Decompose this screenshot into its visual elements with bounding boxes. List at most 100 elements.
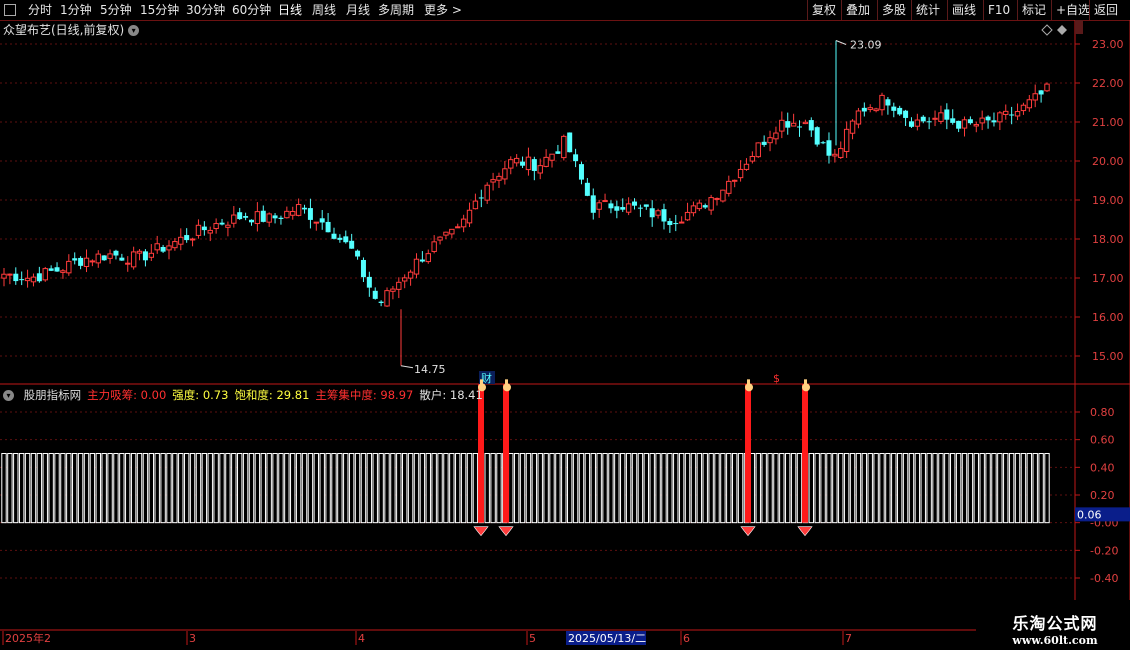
candle-body [637, 207, 643, 209]
candle-body [513, 157, 520, 164]
indicator-bar [832, 453, 838, 524]
indicator-bar [891, 453, 897, 524]
indicator-bar [219, 453, 225, 524]
indicator-bar [172, 453, 178, 524]
candle-body [107, 253, 113, 259]
high-price-label: 23.09 [850, 38, 882, 51]
indicator-bar [513, 453, 520, 524]
candle-body [219, 222, 225, 225]
indicator-bar [407, 453, 414, 524]
candle-body [673, 223, 679, 225]
indicator-bar [225, 453, 231, 524]
candle-body [661, 209, 667, 222]
candle-body [932, 117, 938, 120]
candle-body [449, 228, 455, 235]
date-label: 2025年2 [5, 631, 51, 645]
signal-bar [478, 384, 484, 523]
indicator-bar [437, 453, 443, 524]
candle-body [178, 236, 184, 245]
candle-body [384, 290, 390, 307]
candle-body [520, 161, 526, 166]
indicator-field-0: 主力吸筹: 0.00 [87, 388, 167, 402]
low-pointer [400, 365, 414, 369]
candle-body [773, 132, 779, 140]
indicator-bar [961, 453, 968, 524]
indicator-bar [537, 453, 543, 524]
indicator-bar [142, 453, 149, 524]
indicator-bar [843, 453, 850, 524]
candle-body [48, 268, 54, 271]
indicator-bar [572, 453, 579, 524]
hand-icon-finger [804, 379, 807, 386]
indicator-bar [796, 453, 803, 524]
indicator-bar [136, 453, 143, 524]
candle-body [272, 215, 278, 219]
candle-body [496, 175, 502, 181]
indicator-bar [684, 453, 691, 524]
candle-body [991, 120, 997, 123]
indicator-bar [814, 453, 820, 524]
candle-body [54, 267, 60, 272]
candle-body [1014, 111, 1021, 117]
indicator-bar [578, 453, 585, 524]
candle-body [826, 140, 832, 156]
candle-body [726, 180, 732, 194]
price-tick-label: 23.00 [1092, 38, 1124, 51]
candle-body [649, 208, 655, 218]
candle-body [402, 277, 408, 282]
indicator-field-2: 饱和度: 29.81 [234, 388, 310, 402]
candle-body [237, 212, 243, 220]
candle-body [231, 214, 237, 224]
indicator-bar [755, 453, 761, 524]
candle-body [407, 271, 414, 279]
candle-body [431, 241, 437, 252]
indicator-bar [154, 453, 160, 524]
indicator-bar [413, 453, 420, 524]
indicator-bar [272, 453, 278, 524]
indicator-bar [130, 453, 137, 524]
kline-chart[interactable]: 23.00 22.00 21.00 20.00 19.00 18.00 17.00 16.00… [0, 0, 1130, 650]
candle-body [561, 135, 567, 159]
indicator-title: ▾ 股朋指标网 主力吸筹: 0.00 强度: 0.73 饱和度: 29.81 主筹集中度… [3, 387, 489, 403]
candle-body [832, 153, 838, 157]
candle-body [136, 250, 143, 254]
indicator-bar [72, 453, 78, 524]
indicator-tick-label: 0.80 [1090, 406, 1115, 419]
indicator-bar [301, 453, 308, 524]
candle-body [879, 94, 885, 111]
chevron-down-icon[interactable]: ▾ [3, 390, 14, 401]
axis-corner [1075, 20, 1083, 34]
price-tick-label: 17.00 [1092, 272, 1124, 285]
indicator-bar [932, 453, 938, 524]
hand-icon-finger [480, 379, 483, 386]
candle-body [130, 251, 137, 268]
indicator-bar [183, 453, 190, 524]
candle-body [944, 109, 950, 120]
candle-body [790, 122, 797, 127]
candle-body [225, 224, 231, 228]
indicator-bar [708, 453, 714, 524]
candle-body [950, 118, 956, 123]
indicator-bar [620, 453, 626, 524]
indicator-bar [979, 453, 985, 524]
candle-body [814, 127, 820, 145]
candle-body [720, 189, 726, 202]
candle-body [72, 258, 78, 261]
candle-body [378, 301, 384, 303]
candle-body [743, 163, 750, 170]
candle-body [419, 259, 425, 262]
candle-body [184, 235, 190, 241]
candle-body [331, 233, 337, 239]
candle-body [295, 204, 302, 216]
candle-body [549, 153, 555, 161]
indicator-bar [920, 453, 926, 524]
indicator-field-3: 主筹集中度: 98.97 [315, 388, 414, 402]
indicator-bar [873, 453, 879, 524]
date-label: 3 [189, 632, 196, 645]
indicator-bar [661, 453, 667, 524]
indicator-bar [325, 453, 331, 524]
candle-body [632, 201, 638, 206]
candle-body [696, 202, 703, 210]
candle-body [873, 108, 879, 112]
indicator-bar [690, 453, 697, 524]
